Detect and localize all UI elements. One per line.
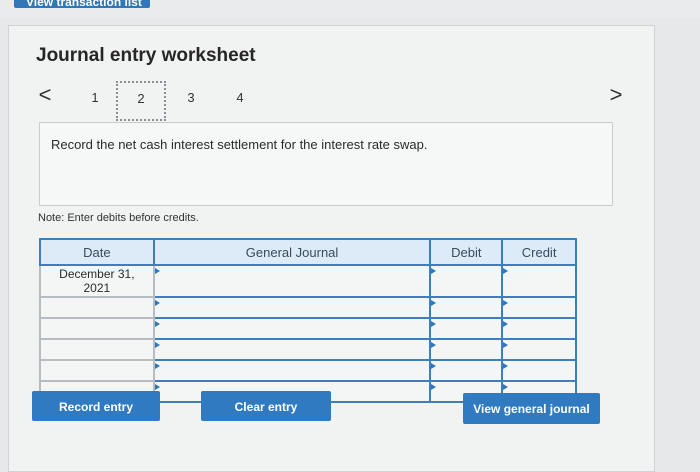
credit-input[interactable] (501, 264, 577, 298)
debit-input[interactable] (429, 317, 504, 340)
step-4[interactable]: 4 (230, 90, 250, 105)
journal-table: Date General Journal Debit Credit Decemb… (39, 238, 577, 403)
debit-input[interactable] (429, 264, 504, 298)
table-row: December 31, 2021 (39, 264, 577, 298)
table-row (39, 359, 577, 382)
note-text: Note: Enter debits before credits. (38, 212, 199, 224)
journal-input[interactable] (152, 317, 432, 340)
table-row (39, 338, 577, 361)
credit-input[interactable] (501, 338, 577, 361)
clear-entry-button[interactable]: Clear entry (201, 391, 331, 421)
chevron-right-icon[interactable]: > (607, 84, 625, 106)
journal-input[interactable] (152, 296, 432, 319)
record-entry-button[interactable]: Record entry (32, 391, 160, 421)
table-row (39, 296, 577, 319)
date-cell (39, 359, 155, 382)
date-cell (39, 338, 155, 361)
view-transaction-list-button[interactable]: View transaction list (14, 0, 150, 8)
top-strip: View transaction list (0, 0, 700, 18)
debit-input[interactable] (429, 338, 504, 361)
header-debit: Debit (429, 238, 504, 266)
header-date: Date (39, 238, 155, 266)
date-cell: December 31, 2021 (39, 264, 155, 298)
view-general-journal-button[interactable]: View general journal (463, 393, 600, 424)
instruction-text: Record the net cash interest settlement … (51, 137, 428, 152)
header-credit: Credit (501, 238, 577, 266)
credit-input[interactable] (501, 359, 577, 382)
step-1[interactable]: 1 (85, 90, 105, 105)
date-cell-text: December 31, 2021 (59, 267, 135, 295)
step-2-active[interactable]: 2 (116, 81, 166, 121)
step-3[interactable]: 3 (181, 90, 201, 105)
table-row (39, 317, 577, 340)
header-general-journal: General Journal (152, 238, 432, 266)
credit-input[interactable] (501, 296, 577, 319)
date-cell (39, 296, 155, 319)
instruction-box: Record the net cash interest settlement … (39, 122, 613, 206)
journal-input[interactable] (152, 359, 432, 382)
chevron-left-icon[interactable]: < (36, 84, 54, 106)
debit-input[interactable] (429, 359, 504, 382)
date-cell (39, 317, 155, 340)
debit-input[interactable] (429, 296, 504, 319)
journal-input[interactable] (152, 338, 432, 361)
journal-input[interactable] (152, 264, 432, 298)
credit-input[interactable] (501, 317, 577, 340)
page-title: Journal entry worksheet (36, 45, 256, 66)
